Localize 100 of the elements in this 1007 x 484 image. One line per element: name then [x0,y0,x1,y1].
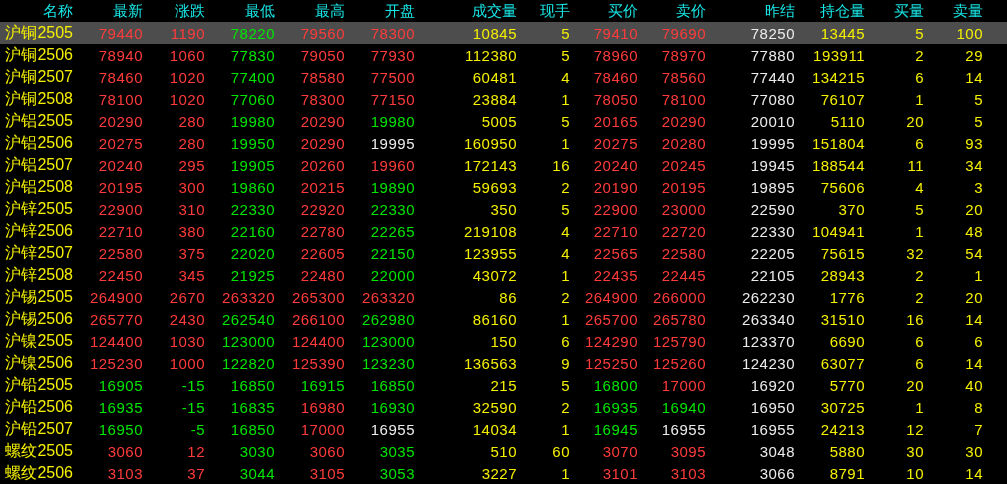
table-cell: 20290 [98,112,143,130]
table-cell: 20 [965,288,983,306]
table-cell: 3060 [309,442,345,460]
column-header[interactable]: 开盘 [385,1,415,21]
table-cell: 77080 [750,90,795,108]
table-cell: 22265 [370,222,415,240]
table-cell: 5 [561,112,570,130]
table-cell: 1020 [169,68,205,86]
table-cell: 280 [178,134,205,152]
table-cell: 77880 [750,46,795,64]
table-cell: 263320 [221,288,275,306]
contract-name: 沪锌2506 [5,220,73,241]
column-header[interactable]: 成交量 [472,1,517,21]
table-cell: 16835 [230,398,275,416]
table-cell: 265780 [652,310,706,328]
table-cell: 22020 [230,244,275,262]
table-cell: 510 [490,442,517,460]
table-cell: 188544 [811,156,865,174]
table-cell: 16940 [661,398,706,416]
contract-name: 沪锌2507 [5,242,73,263]
table-cell: 124290 [584,332,638,350]
table-cell: 78560 [661,68,706,86]
column-header[interactable]: 买量 [894,1,924,21]
table-cell: 79690 [661,24,706,42]
table-cell: 264900 [584,288,638,306]
table-cell: 6 [915,68,924,86]
table-cell: 11 [907,156,924,174]
table-cell: 22590 [750,200,795,218]
contract-name: 沪锡2506 [5,308,73,329]
contract-name: 沪锡2505 [5,286,73,307]
table-cell: 86160 [472,310,517,328]
contract-name: 沪铝2508 [5,176,73,197]
table-cell: 1 [561,464,570,482]
table-cell: 16800 [593,376,638,394]
table-cell: 122820 [221,354,275,372]
table-cell: 22580 [98,244,143,262]
column-header[interactable]: 最高 [315,1,345,21]
column-header[interactable]: 名称 [43,1,73,21]
table-cell: 265700 [584,310,638,328]
table-cell: 3030 [239,442,275,460]
column-header[interactable]: 最低 [245,1,275,21]
table-cell: 3105 [309,464,345,482]
table-cell: 17000 [300,420,345,438]
table-cell: 1 [915,398,924,416]
table-cell: 1 [915,222,924,240]
table-cell: 78460 [593,68,638,86]
table-cell: 20290 [300,112,345,130]
table-cell: 79440 [98,24,143,42]
column-header[interactable]: 涨跌 [175,1,205,21]
table-cell: 16955 [661,420,706,438]
table-cell: 295 [178,156,205,174]
table-cell: 30 [965,442,983,460]
table-cell: 1 [561,420,570,438]
table-cell: 8 [974,398,983,416]
table-cell: 22565 [593,244,638,262]
table-cell: 22480 [300,266,345,284]
table-cell: 104941 [811,222,865,240]
column-header[interactable]: 持仓量 [820,1,865,21]
table-cell: 21925 [230,266,275,284]
table-cell: 4 [561,68,570,86]
table-cell: 20240 [98,156,143,174]
contract-name: 沪铜2507 [5,66,73,87]
table-cell: 151804 [811,134,865,152]
column-header[interactable]: 最新 [113,1,143,21]
table-cell: 16915 [300,376,345,394]
table-cell: 8791 [829,464,865,482]
table-cell: 1 [561,134,570,152]
table-cell: 22580 [661,244,706,262]
table-cell: 60 [552,442,570,460]
table-cell: 3044 [239,464,275,482]
column-header[interactable]: 现手 [540,1,570,21]
table-cell: -5 [190,420,205,438]
table-cell: 6 [974,332,983,350]
table-cell: 77440 [750,68,795,86]
column-header[interactable]: 昨结 [765,1,795,21]
table-cell: 1 [561,310,570,328]
table-cell: 4 [561,222,570,240]
table-cell: 14 [965,310,983,328]
table-cell: 77400 [230,68,275,86]
table-cell: 265770 [89,310,143,328]
contract-name: 沪铅2506 [5,396,73,417]
table-cell: 78300 [370,24,415,42]
column-header[interactable]: 卖价 [676,1,706,21]
table-cell: 19995 [370,134,415,152]
table-cell: 345 [178,266,205,284]
table-cell: 3 [974,178,983,196]
table-cell: 5 [974,90,983,108]
contract-name: 沪铜2506 [5,44,73,65]
table-cell: 93 [965,134,983,152]
column-header[interactable]: 买价 [608,1,638,21]
table-cell: 16920 [750,376,795,394]
table-cell: 16955 [750,420,795,438]
contract-name: 螺纹2506 [5,462,73,483]
column-header[interactable]: 卖量 [953,1,983,21]
table-cell: 77930 [370,46,415,64]
table-cell: 78460 [98,68,143,86]
table-cell: 263320 [361,288,415,306]
table-row[interactable]: 沪铜2505 79440 1190 78220 79560 78300 10845 5 79410 79690 78250 13445 5 100 [0,22,1007,44]
table-cell: 30 [906,442,924,460]
table-cell: 125790 [652,332,706,350]
